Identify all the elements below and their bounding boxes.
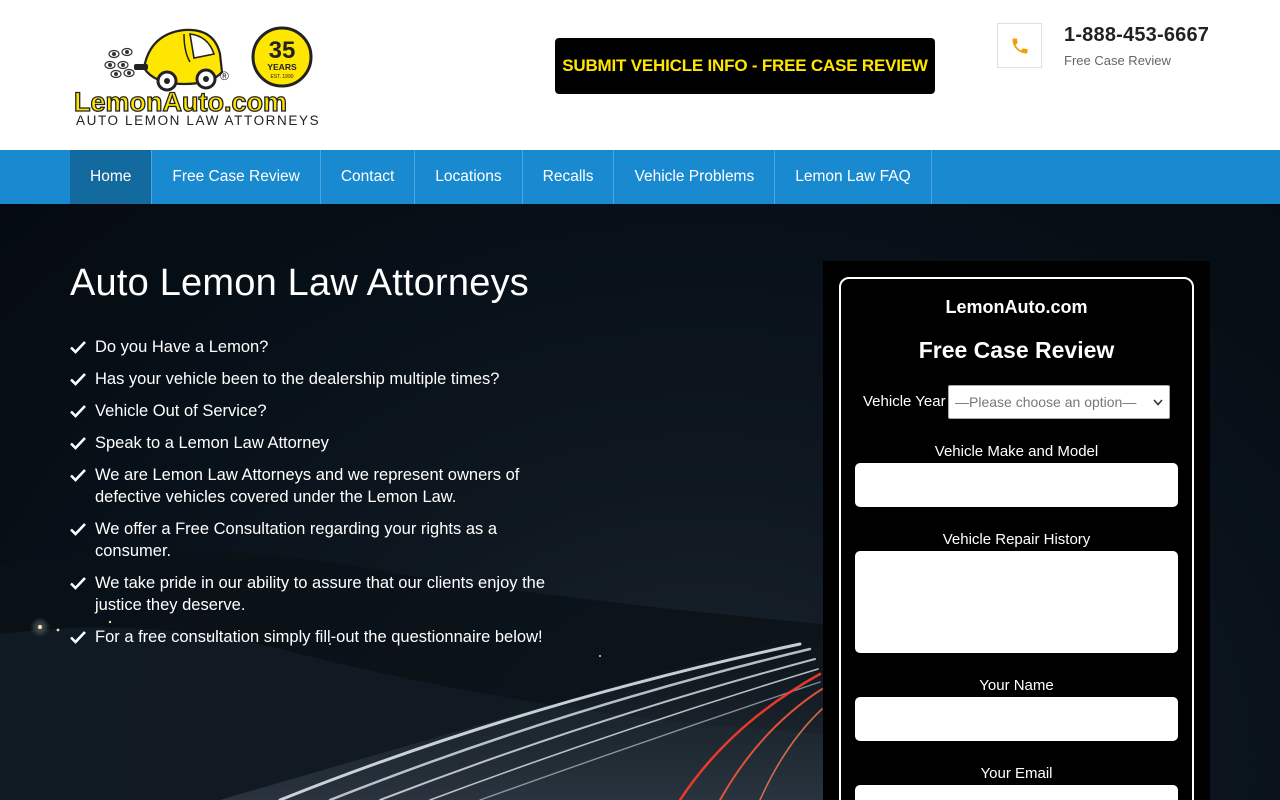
nav-item-recalls[interactable]: Recalls (523, 150, 615, 204)
check-icon (70, 464, 95, 486)
check-icon (70, 336, 95, 358)
vehicle-repair-history-label: Vehicle Repair History (942, 531, 1091, 548)
vehicle-year-selected-value: —Please choose an option— (955, 394, 1137, 410)
nav-item-locations[interactable]: Locations (415, 150, 523, 204)
svg-text:35: 35 (269, 37, 296, 64)
phone-number[interactable]: 1-888-453-6667 (1064, 24, 1209, 47)
main-nav: Home Free Case Review Contact Locations … (0, 150, 1280, 204)
nav-item-lemon-law-faq[interactable]: Lemon Law FAQ (775, 150, 932, 204)
vehicle-make-model-input[interactable] (855, 463, 1178, 507)
svg-text:®: ® (220, 69, 229, 83)
phone-icon-box[interactable] (997, 23, 1042, 68)
svg-text:YEARS: YEARS (267, 62, 297, 72)
vehicle-repair-history-textarea[interactable] (855, 551, 1178, 653)
case-review-form: LemonAuto.com Free Case Review Vehicle Y… (839, 277, 1194, 800)
hero-section: Auto Lemon Law Attorneys Do you Have a L… (0, 204, 1280, 800)
nav-item-home[interactable]: Home (70, 150, 153, 204)
list-item: Vehicle Out of Service? (70, 400, 550, 422)
vehicle-make-model-label: Vehicle Make and Model (934, 443, 1099, 460)
list-item: We take pride in our ability to assure t… (70, 572, 550, 616)
lemonauto-logo[interactable]: ® LemonAuto.com AUTO LEMON LAW ATTORNEYS… (72, 24, 322, 134)
lemon-car-icon (134, 28, 224, 92)
chevron-down-icon (1153, 398, 1163, 406)
case-review-form-panel: LemonAuto.com Free Case Review Vehicle Y… (823, 261, 1210, 800)
benefits-list: Do you Have a Lemon? Has your vehicle be… (70, 336, 550, 658)
site-header: ® LemonAuto.com AUTO LEMON LAW ATTORNEYS… (0, 0, 1280, 150)
nav-item-free-case-review[interactable]: Free Case Review (152, 150, 321, 204)
phone-icon (1012, 38, 1027, 53)
check-icon (70, 518, 95, 540)
list-item: We offer a Free Consultation regarding y… (70, 518, 550, 562)
your-email-input[interactable] (855, 785, 1178, 800)
phone-subtitle: Free Case Review (1064, 53, 1171, 68)
nav-item-vehicle-problems[interactable]: Vehicle Problems (614, 150, 776, 204)
35-years-badge: 35 YEARS EST. 1990 (251, 26, 313, 88)
svg-text:EST. 1990: EST. 1990 (270, 74, 293, 80)
list-item: Has your vehicle been to the dealership … (70, 368, 550, 390)
list-item: For a free consultation simply fill-out … (70, 626, 550, 648)
form-title: Free Case Review (918, 337, 1115, 363)
your-email-label: Your Email (980, 765, 1053, 782)
svg-text:AUTO LEMON LAW ATTORNEYS: AUTO LEMON LAW ATTORNEYS (76, 113, 320, 128)
your-name-label: Your Name (979, 677, 1054, 694)
hero-title: Auto Lemon Law Attorneys (70, 262, 529, 304)
check-icon (70, 572, 95, 594)
check-icon (70, 626, 95, 648)
form-site-name: LemonAuto.com (945, 297, 1088, 317)
list-item: We are Lemon Law Attorneys and we repres… (70, 464, 550, 508)
your-name-input[interactable] (855, 697, 1178, 741)
check-icon (70, 432, 95, 454)
check-icon (70, 400, 95, 422)
list-item: Speak to a Lemon Law Attorney (70, 432, 550, 454)
vehicle-year-label: Vehicle Year (863, 393, 946, 410)
submit-vehicle-info-button[interactable]: SUBMIT VEHICLE INFO - FREE CASE REVIEW (555, 38, 935, 94)
list-item: Do you Have a Lemon? (70, 336, 550, 358)
eyes-cluster-icon (104, 47, 135, 79)
check-icon (70, 368, 95, 390)
nav-item-contact[interactable]: Contact (321, 150, 416, 204)
vehicle-year-select[interactable]: —Please choose an option— (948, 385, 1170, 419)
nav-list: Home Free Case Review Contact Locations … (70, 150, 932, 204)
